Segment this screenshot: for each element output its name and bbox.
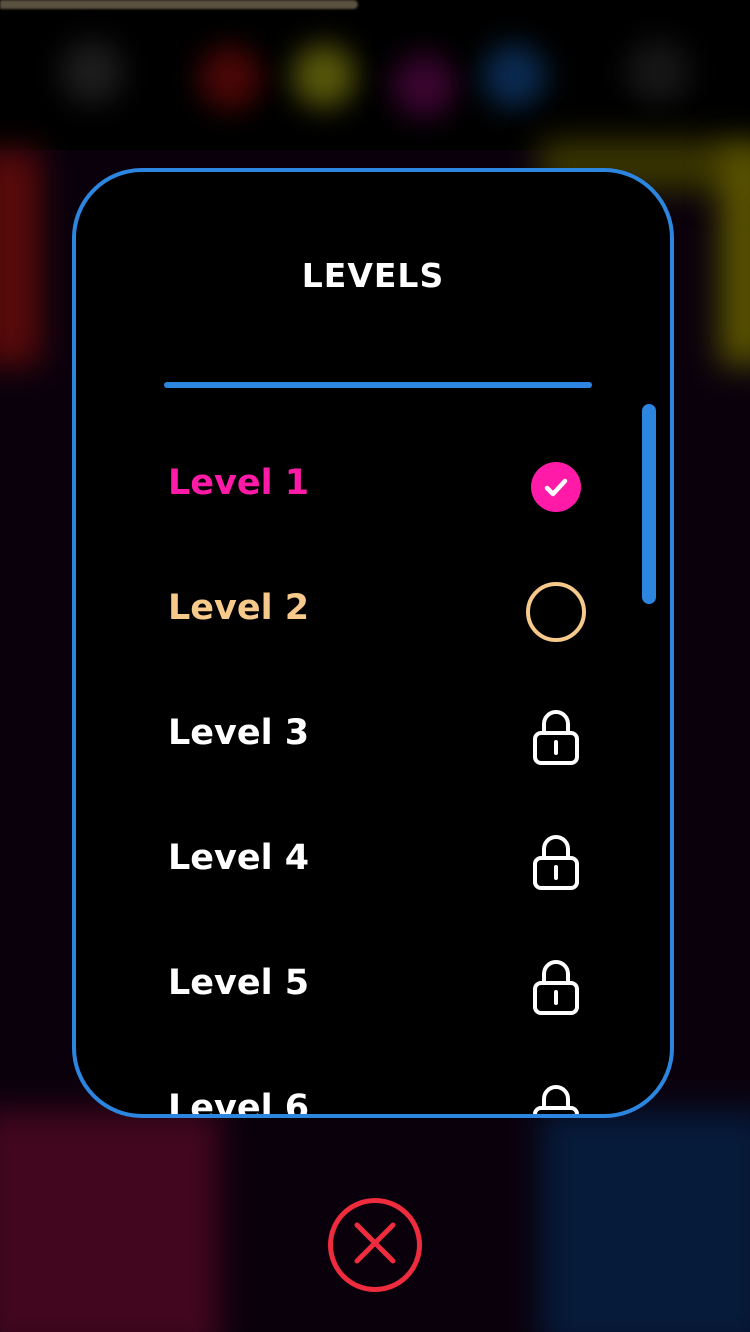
level-row-3[interactable]: Level 3	[76, 677, 636, 802]
bg-dot-yellow	[292, 44, 356, 108]
title-divider	[164, 382, 592, 388]
bg-dot-gray	[60, 40, 124, 104]
level-label: Level 6	[168, 1088, 310, 1118]
modal-title: LEVELS	[301, 256, 445, 295]
level-row-2[interactable]: Level 2	[76, 552, 636, 677]
level-label: Level 5	[168, 963, 310, 1003]
level-label: Level 4	[168, 838, 310, 878]
bg-block-pink	[0, 1110, 220, 1332]
game-screen: LEVELS Level 1 Level 2 Level 3 Level 4 L…	[0, 0, 750, 1332]
level-row-5[interactable]: Level 5	[76, 927, 636, 1052]
level-row-1[interactable]: Level 1	[76, 427, 636, 552]
lock-icon	[524, 830, 588, 894]
level-label: Level 3	[168, 713, 310, 753]
scrollbar-thumb[interactable]	[642, 404, 656, 604]
close-button[interactable]	[328, 1198, 422, 1292]
progress-bar	[0, 0, 358, 9]
empty-circle-icon	[524, 580, 588, 644]
bg-dot-magenta	[392, 54, 456, 118]
lock-icon	[524, 955, 588, 1019]
check-circle-icon	[524, 455, 588, 519]
close-icon	[351, 1219, 399, 1271]
bg-dot-gray-right	[626, 40, 690, 104]
levels-modal: LEVELS Level 1 Level 2 Level 3 Level 4 L…	[72, 168, 674, 1118]
level-row-4[interactable]: Level 4	[76, 802, 636, 927]
bg-block-red	[0, 150, 40, 365]
level-label: Level 2	[168, 588, 310, 628]
lock-icon	[524, 705, 588, 769]
bg-block-blue	[540, 1110, 750, 1332]
bg-block-yellow-side	[720, 150, 750, 365]
bg-dot-blue	[482, 44, 546, 108]
lock-icon	[524, 1080, 588, 1114]
bg-dot-red	[198, 46, 262, 110]
level-label: Level 1	[168, 463, 310, 503]
level-row-6[interactable]: Level 6	[76, 1052, 636, 1118]
level-list: Level 1 Level 2 Level 3 Level 4 Level 5 …	[76, 427, 636, 1118]
